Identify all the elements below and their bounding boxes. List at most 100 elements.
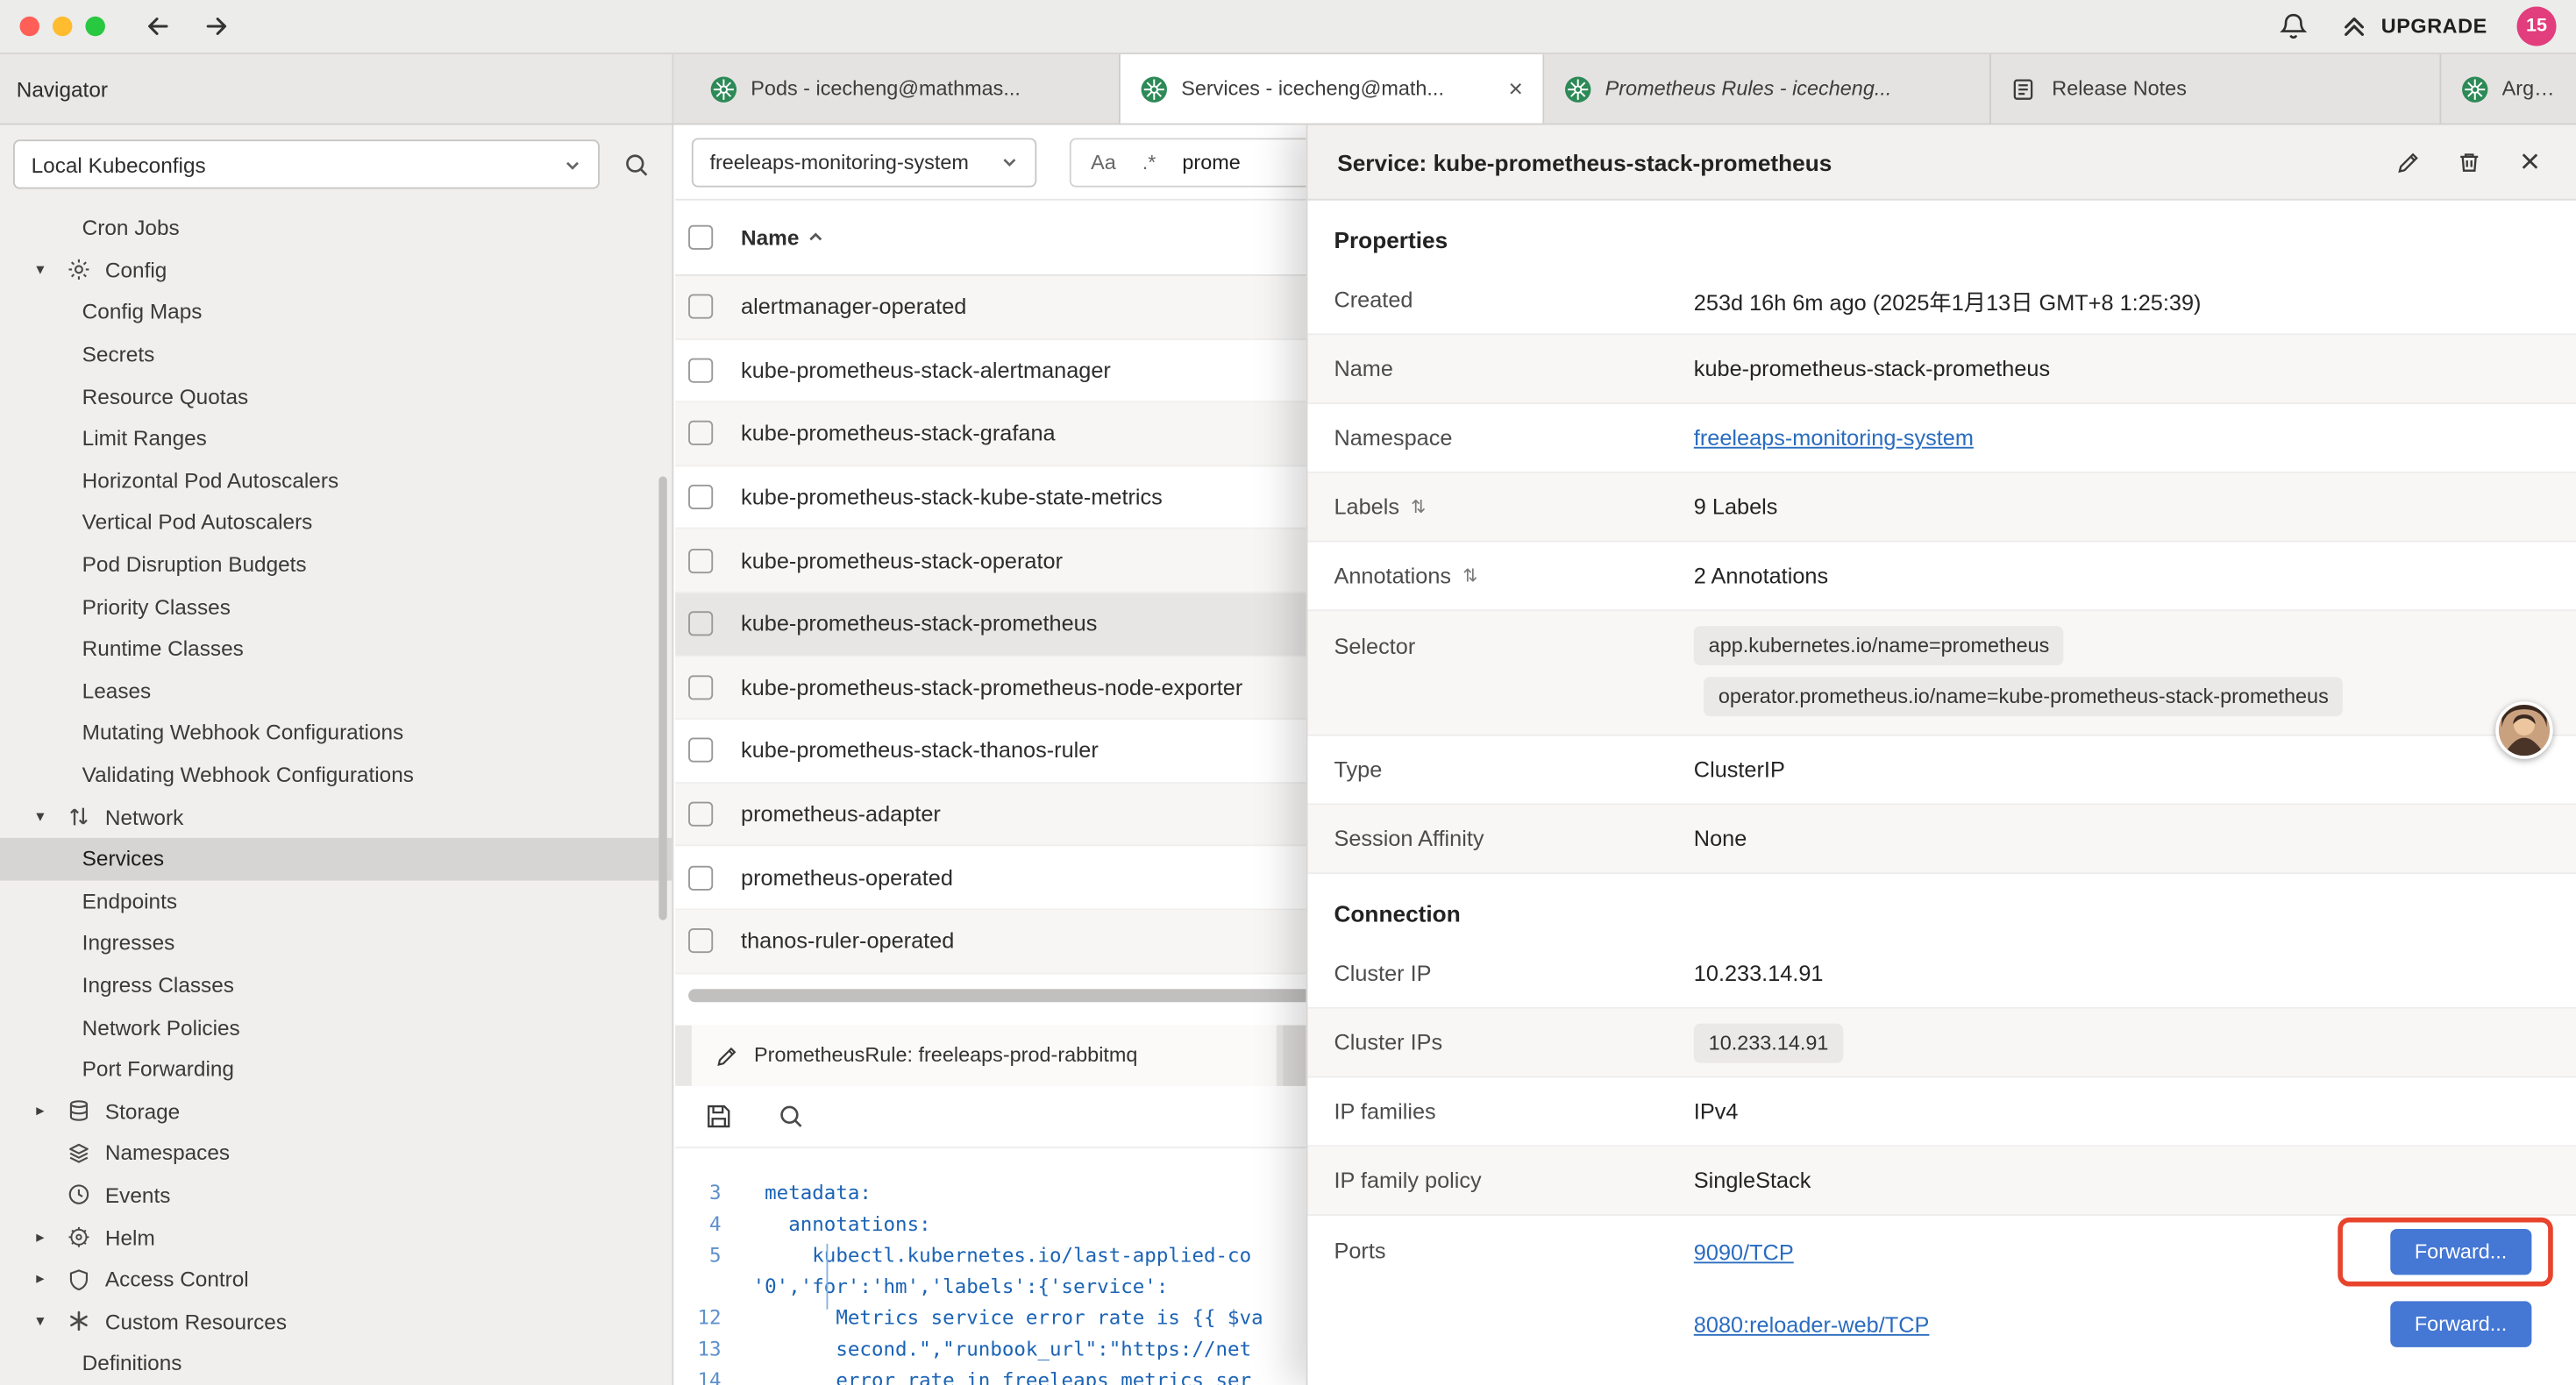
- dock-tab-prometheusrule[interactable]: PrometheusRule: freeleaps-prod-rabbitmq: [692, 1025, 1277, 1085]
- upgrade-button[interactable]: UPGRADE: [2340, 11, 2487, 41]
- sidebar-item-pod-disruption-budgets[interactable]: Pod Disruption Budgets: [0, 543, 672, 586]
- sidebar-item-validating-webhook-configurations[interactable]: Validating Webhook Configurations: [0, 754, 672, 796]
- sidebar-item-helm[interactable]: ▸Helm: [0, 1216, 672, 1258]
- sidebar-item-priority-classes[interactable]: Priority Classes: [0, 586, 672, 628]
- minimize-window-button[interactable]: [53, 17, 72, 36]
- save-icon[interactable]: [701, 1099, 734, 1132]
- column-header-name[interactable]: Name: [741, 225, 825, 250]
- search-icon[interactable]: [774, 1099, 807, 1132]
- code-text: annotations:: [741, 1209, 931, 1240]
- sidebar-item-runtime-classes[interactable]: Runtime Classes: [0, 628, 672, 670]
- tab-services[interactable]: Services - icecheng@math... ×: [1121, 54, 1544, 124]
- sidebar-item-horizontal-pod-autoscalers[interactable]: Horizontal Pod Autoscalers: [0, 459, 672, 501]
- row-checkbox[interactable]: [688, 548, 713, 572]
- tab-bar: Navigator Pods - icecheng@mathmas... Ser…: [0, 54, 2576, 125]
- sidebar-item-storage[interactable]: ▸Storage: [0, 1090, 672, 1133]
- delete-icon[interactable]: [2452, 146, 2485, 178]
- line-number: [675, 1271, 741, 1303]
- select-all-checkbox[interactable]: [688, 225, 713, 250]
- sidebar-item-events[interactable]: Events: [0, 1174, 672, 1216]
- sidebar-item-definitions[interactable]: Definitions: [0, 1342, 672, 1384]
- chevron-down-icon[interactable]: ▾: [36, 807, 68, 826]
- sidebar-scrollbar[interactable]: [658, 477, 666, 920]
- edit-icon[interactable]: [2392, 146, 2424, 178]
- sidebar-item-label: Mutating Webhook Configurations: [82, 721, 404, 745]
- chevron-down-icon[interactable]: ▾: [36, 1312, 68, 1331]
- chevron-down-icon: [1000, 153, 1019, 171]
- sidebar-item-mutating-webhook-configurations[interactable]: Mutating Webhook Configurations: [0, 712, 672, 754]
- navigator-sidebar: Local Kubeconfigs Cron Jobs▾ConfigConfig…: [0, 124, 673, 1385]
- tab-release-notes[interactable]: Release Notes: [1991, 54, 2441, 124]
- sidebar-item-namespaces[interactable]: Namespaces: [0, 1132, 672, 1174]
- sidebar-item-leases[interactable]: Leases: [0, 670, 672, 712]
- sidebar-item-endpoints[interactable]: Endpoints: [0, 880, 672, 922]
- row-checkbox[interactable]: [688, 485, 713, 509]
- chevron-right-icon[interactable]: ▸: [36, 1102, 68, 1120]
- namespace-link[interactable]: freeleaps-monitoring-system: [1694, 425, 1974, 450]
- sidebar-item-resource-quotas[interactable]: Resource Quotas: [0, 375, 672, 417]
- row-checkbox[interactable]: [688, 738, 713, 763]
- tab-prometheus-rules[interactable]: Prometheus Rules - icecheng...: [1544, 54, 1991, 124]
- notification-count-badge[interactable]: 15: [2517, 6, 2557, 46]
- sidebar-item-access-control[interactable]: ▸Access Control: [0, 1258, 672, 1300]
- namespace-filter-value: freeleaps-monitoring-system: [709, 150, 968, 173]
- drawer-row-ports: Ports 9090/TCP Forward... 8080:reloader-…: [1307, 1216, 2576, 1367]
- service-name: kube-prometheus-stack-alertmanager: [741, 358, 1111, 382]
- port-link[interactable]: 9090/TCP: [1694, 1239, 1794, 1264]
- service-name: prometheus-adapter: [741, 802, 941, 827]
- sidebar-item-cron-jobs[interactable]: Cron Jobs: [0, 207, 672, 249]
- namespace-filter-select[interactable]: freeleaps-monitoring-system: [692, 138, 1036, 187]
- search-icon[interactable]: [619, 148, 651, 181]
- close-window-button[interactable]: [19, 17, 39, 36]
- line-number: 4: [675, 1209, 741, 1240]
- row-checkbox[interactable]: [688, 675, 713, 700]
- events-icon: [68, 1183, 105, 1206]
- sidebar-item-vertical-pod-autoscalers[interactable]: Vertical Pod Autoscalers: [0, 501, 672, 543]
- forward-icon[interactable]: [201, 10, 233, 42]
- sidebar-item-ingress-classes[interactable]: Ingress Classes: [0, 964, 672, 1006]
- sidebar-item-port-forwarding[interactable]: Port Forwarding: [0, 1048, 672, 1090]
- sidebar-item-secrets[interactable]: Secrets: [0, 333, 672, 375]
- chevron-right-icon[interactable]: ▸: [36, 1270, 68, 1289]
- row-checkbox[interactable]: [688, 865, 713, 890]
- back-icon[interactable]: [141, 10, 174, 42]
- match-case-toggle[interactable]: Aa: [1091, 150, 1116, 173]
- close-icon[interactable]: ×: [2514, 146, 2546, 178]
- user-avatar[interactable]: [2495, 701, 2553, 759]
- row-checkbox[interactable]: [688, 358, 713, 382]
- port-link[interactable]: 8080:reloader-web/TCP: [1694, 1312, 1930, 1337]
- sidebar-item-custom-resources[interactable]: ▾Custom Resources: [0, 1300, 672, 1342]
- row-checkbox[interactable]: [688, 422, 713, 446]
- tab-close-icon[interactable]: ×: [1492, 75, 1523, 103]
- notifications-bell-icon[interactable]: [2278, 10, 2310, 42]
- row-checkbox[interactable]: [688, 802, 713, 827]
- drawer-title: Service: kube-prometheus-stack-prometheu…: [1337, 149, 1832, 175]
- row-checkbox[interactable]: [688, 928, 713, 953]
- sidebar-item-config-maps[interactable]: Config Maps: [0, 291, 672, 333]
- search-term: prome: [1182, 150, 1240, 173]
- service-name: kube-prometheus-stack-thanos-ruler: [741, 738, 1099, 763]
- drawer-row-cluster-ip: Cluster IP 10.233.14.91: [1307, 940, 2576, 1009]
- expand-toggle-icon[interactable]: ⇅: [1411, 496, 1426, 517]
- drawer-row-name: Name kube-prometheus-stack-prometheus: [1307, 335, 2576, 404]
- row-checkbox[interactable]: [688, 612, 713, 636]
- sidebar-item-limit-ranges[interactable]: Limit Ranges: [0, 417, 672, 459]
- tab-argo[interactable]: Argo S: [2441, 54, 2576, 124]
- row-value: SingleStack: [1694, 1168, 1811, 1193]
- chevron-right-icon[interactable]: ▸: [36, 1228, 68, 1246]
- selector-badge: operator.prometheus.io/name=kube-prometh…: [1704, 677, 2344, 716]
- kubeconfig-selector[interactable]: Local Kubeconfigs: [13, 139, 600, 188]
- regex-toggle[interactable]: .*: [1142, 150, 1156, 173]
- expand-toggle-icon[interactable]: ⇅: [1462, 565, 1477, 586]
- sidebar-item-ingresses[interactable]: Ingresses: [0, 922, 672, 964]
- port-forward-button[interactable]: Forward...: [2390, 1301, 2532, 1346]
- maximize-window-button[interactable]: [85, 17, 104, 36]
- chevron-down-icon[interactable]: ▾: [36, 261, 68, 280]
- sidebar-item-config[interactable]: ▾Config: [0, 249, 672, 291]
- sidebar-item-services[interactable]: Services: [0, 838, 672, 880]
- sidebar-item-network-policies[interactable]: Network Policies: [0, 1006, 672, 1048]
- tab-pods[interactable]: Pods - icecheng@mathmas...: [690, 54, 1121, 124]
- row-checkbox[interactable]: [688, 295, 713, 319]
- port-forward-button[interactable]: Forward...: [2390, 1229, 2532, 1275]
- sidebar-item-network[interactable]: ▾Network: [0, 796, 672, 838]
